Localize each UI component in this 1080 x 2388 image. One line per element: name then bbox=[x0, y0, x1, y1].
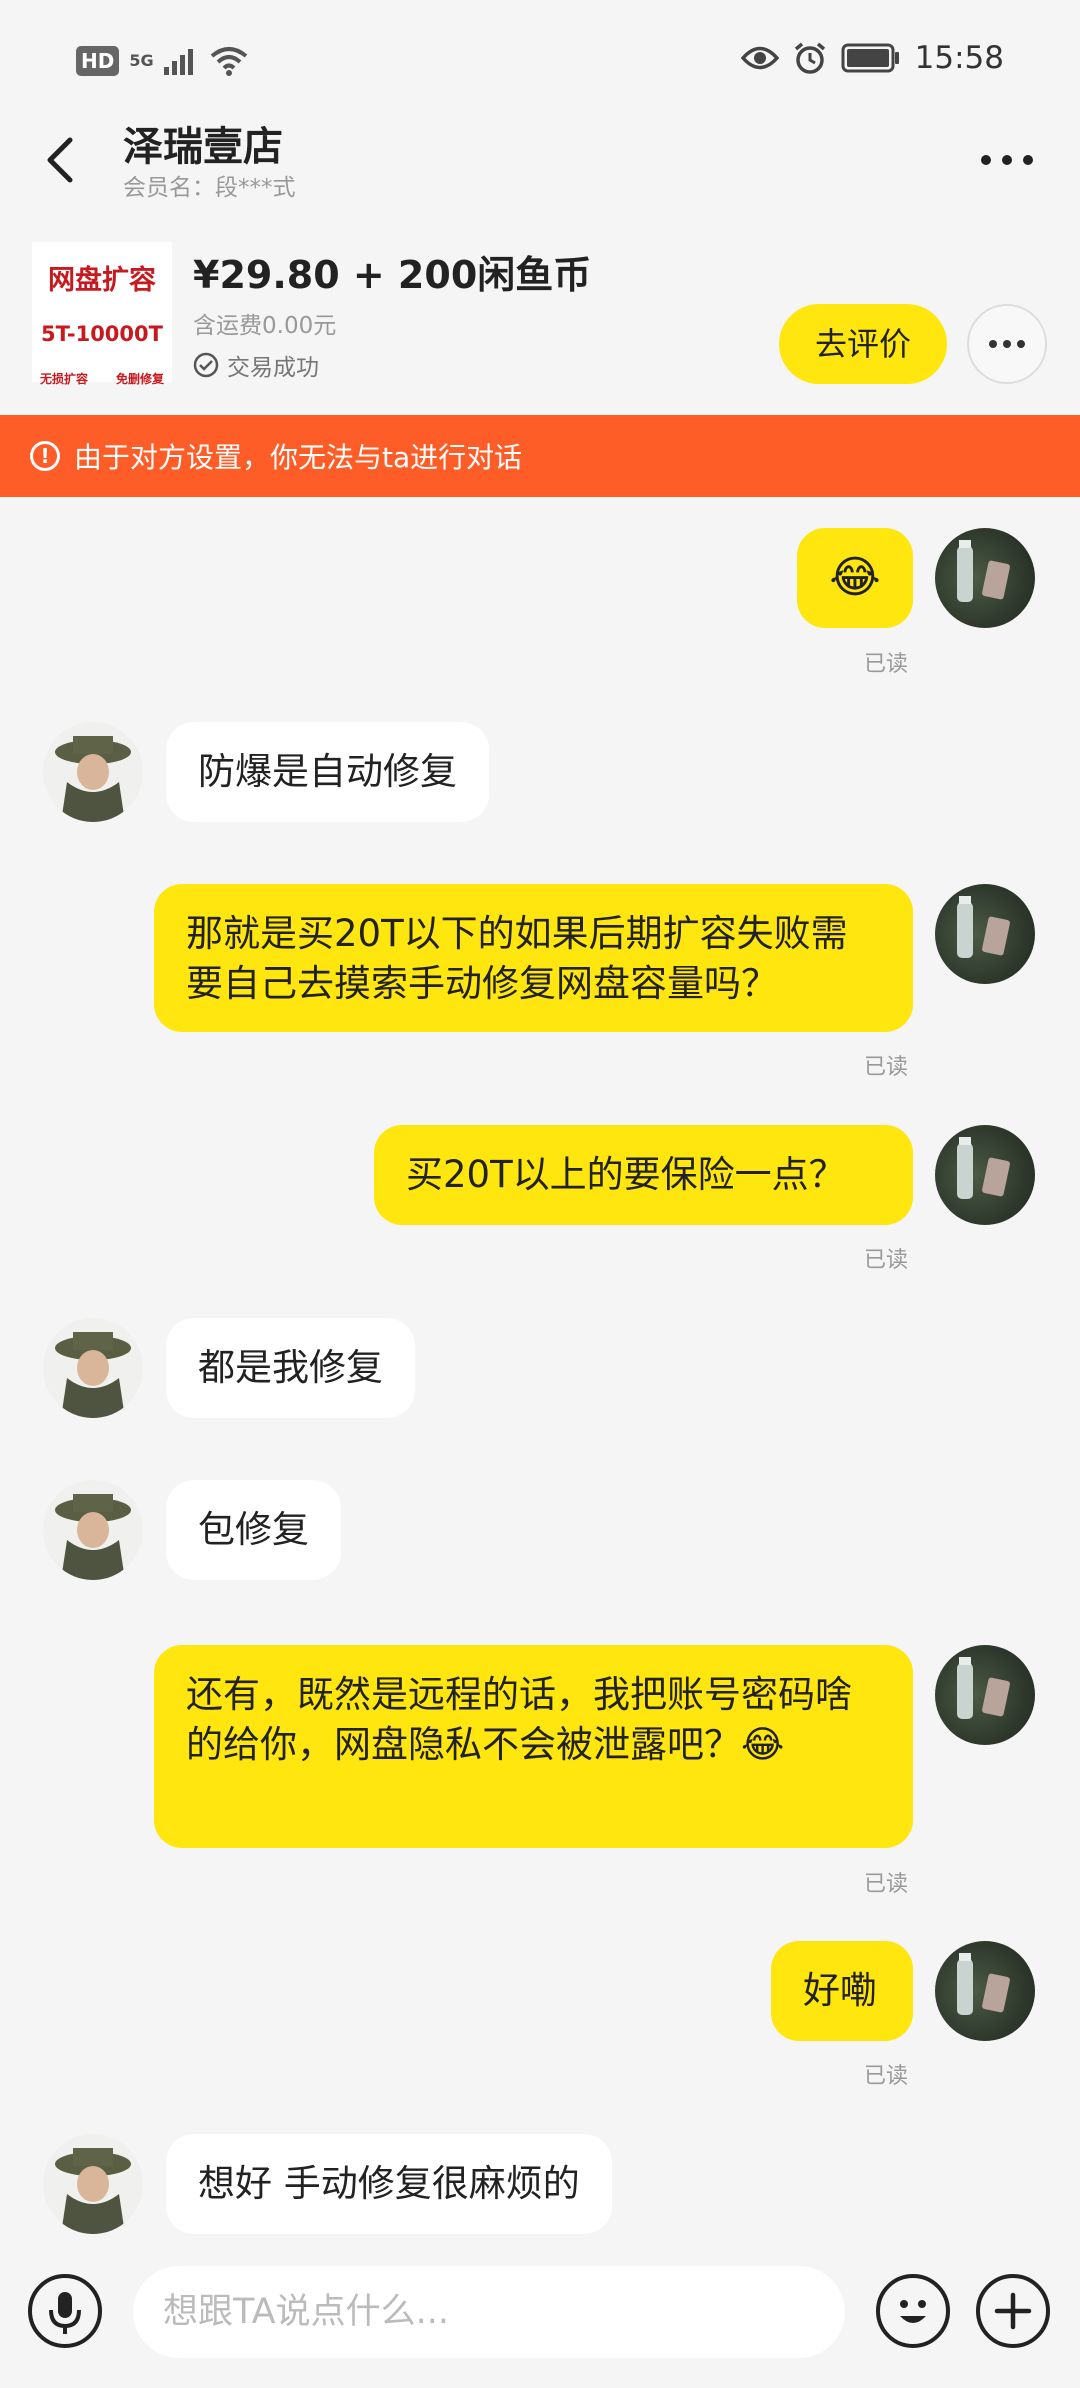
emoji-button[interactable] bbox=[876, 2274, 950, 2348]
more-options-icon[interactable] bbox=[972, 140, 1042, 180]
person-in-hat-photo-icon bbox=[55, 1494, 131, 1580]
message-bubble[interactable]: 还有，既然是远程的话，我把账号密码啥的给你，网盘隐私不会被泄露吧？😂 bbox=[154, 1645, 913, 1848]
read-receipt: 已读 bbox=[864, 1055, 909, 1080]
input-bar bbox=[0, 2250, 1080, 2388]
clock: 15:58 bbox=[914, 40, 1004, 76]
person-in-hat-photo-icon bbox=[55, 736, 131, 822]
seller-avatar[interactable] bbox=[43, 722, 143, 822]
check-circle-icon bbox=[193, 352, 219, 378]
seller-avatar[interactable] bbox=[43, 2134, 143, 2234]
message-bubble[interactable]: 好嘞 bbox=[771, 1941, 913, 2041]
message-bubble[interactable]: 那就是买20T以下的如果后期扩容失败需要自己去摸索手动修复网盘容量吗？ bbox=[154, 884, 913, 1032]
my-avatar[interactable] bbox=[935, 528, 1035, 628]
my-avatar[interactable] bbox=[935, 1941, 1035, 2041]
thumb-title: 网盘扩容 bbox=[48, 265, 156, 296]
my-avatar[interactable] bbox=[935, 1125, 1035, 1225]
seller-avatar[interactable] bbox=[43, 1318, 143, 1418]
status-bar: HD 5G 15:58 bbox=[0, 0, 1080, 120]
plus-icon bbox=[994, 2292, 1032, 2330]
eye-icon bbox=[740, 46, 779, 70]
thumb-subtitle: 5T-10000T bbox=[41, 322, 163, 346]
message-bubble[interactable]: 防爆是自动修复 bbox=[166, 722, 489, 822]
seller-avatar[interactable] bbox=[43, 1480, 143, 1580]
read-receipt: 已读 bbox=[864, 652, 909, 677]
deal-status: 交易成功 bbox=[193, 348, 319, 382]
battery-icon bbox=[841, 43, 899, 73]
shop-title: 泽瑞壹店 bbox=[123, 124, 283, 170]
message-input[interactable] bbox=[133, 2266, 845, 2358]
microphone-icon bbox=[49, 2292, 81, 2334]
my-avatar[interactable] bbox=[935, 884, 1035, 984]
shipping-fee: 含运费0.00元 bbox=[193, 313, 337, 339]
product-price: ¥29.80 + 200闲鱼币 bbox=[193, 253, 592, 297]
bottle-phone-photo-icon bbox=[957, 540, 1010, 602]
read-receipt: 已读 bbox=[864, 1248, 909, 1273]
product-thumbnail[interactable]: 网盘扩容 5T-10000T 无损扩容 免删修复 bbox=[32, 242, 172, 386]
chat-header: 泽瑞壹店 会员名：段***式 bbox=[0, 110, 1080, 210]
bottle-phone-photo-icon bbox=[957, 1657, 1010, 1719]
hd-badge: HD bbox=[76, 46, 120, 76]
read-receipt: 已读 bbox=[864, 1872, 909, 1897]
warning-icon: ! bbox=[30, 441, 60, 471]
network-label: 5G bbox=[129, 51, 154, 70]
product-card[interactable]: 网盘扩容 5T-10000T 无损扩容 免删修复 ¥29.80 + 200闲鱼币… bbox=[0, 230, 1080, 410]
my-avatar[interactable] bbox=[935, 1645, 1035, 1745]
thumb-tag-right: 免删修复 bbox=[115, 372, 164, 386]
more-actions-button[interactable] bbox=[976, 2274, 1050, 2348]
person-in-hat-photo-icon bbox=[55, 1332, 131, 1418]
bottle-phone-photo-icon bbox=[957, 896, 1010, 958]
bottle-phone-photo-icon bbox=[957, 1137, 1010, 1199]
message-bubble[interactable]: 买20T以上的要保险一点？ bbox=[374, 1125, 913, 1225]
voice-button[interactable] bbox=[28, 2274, 102, 2348]
signal-icon bbox=[163, 49, 193, 75]
chat-blocked-banner: ! 由于对方设置，你无法与ta进行对话 bbox=[0, 415, 1080, 497]
message-bubble[interactable]: 😂 bbox=[797, 528, 913, 628]
person-in-hat-photo-icon bbox=[55, 2148, 131, 2234]
banner-text: 由于对方设置，你无法与ta进行对话 bbox=[74, 441, 523, 474]
read-receipt: 已读 bbox=[864, 2064, 909, 2089]
smiley-icon bbox=[900, 2300, 926, 2323]
back-arrow-icon[interactable] bbox=[40, 126, 90, 196]
alarm-icon bbox=[794, 42, 825, 74]
product-more-button[interactable] bbox=[967, 304, 1047, 384]
message-bubble[interactable]: 包修复 bbox=[166, 1480, 341, 1580]
message-bubble[interactable]: 都是我修复 bbox=[166, 1318, 415, 1418]
deal-status-text: 交易成功 bbox=[227, 355, 319, 381]
review-button[interactable]: 去评价 bbox=[779, 304, 947, 384]
more-dots-icon bbox=[989, 340, 1025, 348]
member-name: 会员名：段***式 bbox=[123, 175, 296, 201]
bottle-phone-photo-icon bbox=[957, 1953, 1010, 2015]
message-bubble[interactable]: 想好 手动修复很麻烦的 bbox=[166, 2134, 612, 2234]
thumb-tag-left: 无损扩容 bbox=[40, 372, 89, 386]
wifi-icon bbox=[210, 47, 247, 76]
